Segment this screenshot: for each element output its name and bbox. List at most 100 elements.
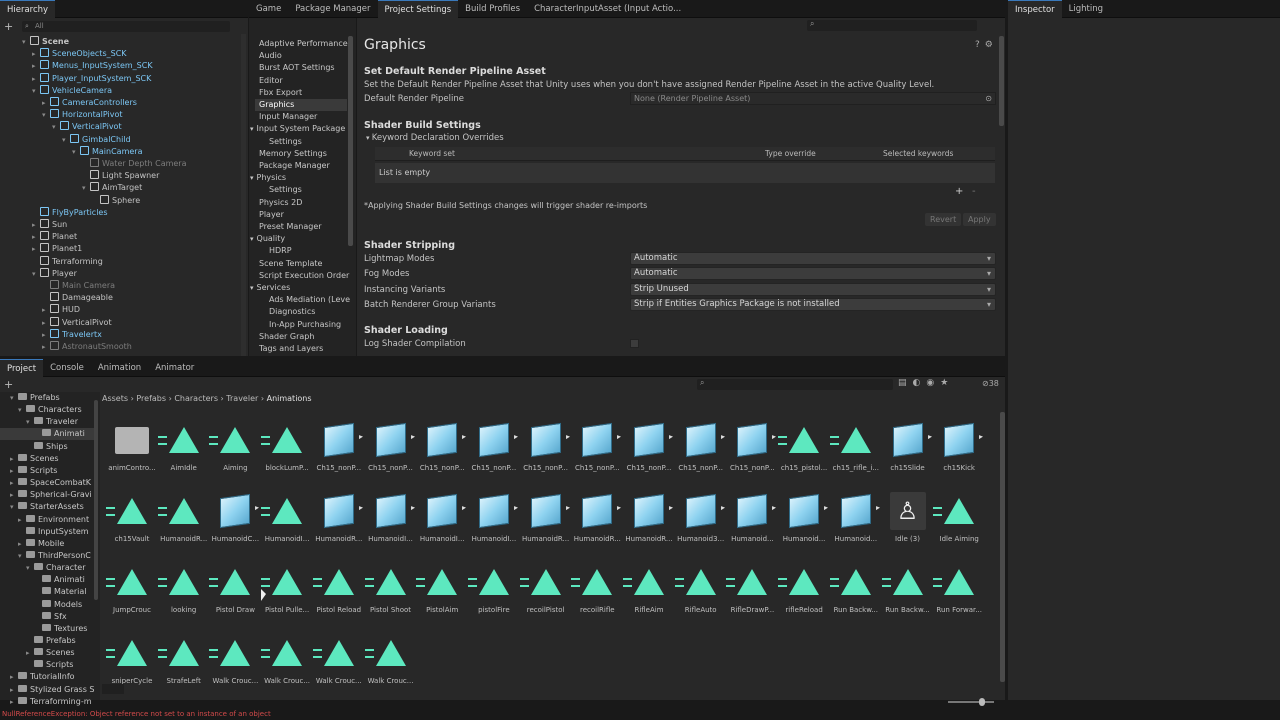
tab-animator[interactable]: Animator bbox=[148, 359, 201, 377]
settings-nav-item[interactable]: Scene Template bbox=[259, 258, 322, 270]
project-folder-item[interactable]: ▾ StarterAssets bbox=[10, 501, 84, 513]
asset-item[interactable]: RifleDrawP... bbox=[726, 562, 778, 624]
asset-item[interactable]: animContro... bbox=[106, 420, 158, 482]
project-folder-item[interactable]: ▾ Prefabs bbox=[10, 392, 60, 404]
foldout-arrow-icon[interactable]: ▾ bbox=[250, 235, 254, 243]
project-folder-item[interactable]: ▸ Scripts bbox=[10, 465, 57, 477]
hierarchy-item[interactable]: ▾ VerticalPivot bbox=[52, 121, 122, 133]
asset-item[interactable]: looking bbox=[157, 562, 210, 624]
hierarchy-item[interactable]: Damageable bbox=[42, 292, 113, 304]
hierarchy-item[interactable]: ▸ Menus_InputSystem_SCK bbox=[32, 60, 153, 72]
foldout-arrow-icon[interactable]: ▾ bbox=[82, 182, 90, 194]
foldout-arrow-icon[interactable]: ▾ bbox=[250, 125, 254, 133]
expand-arrow-icon[interactable]: ▸ bbox=[566, 432, 570, 442]
expand-arrow-icon[interactable]: ▸ bbox=[514, 503, 518, 513]
asset-item[interactable]: ▸ ch15Slide bbox=[882, 420, 934, 482]
asset-item[interactable]: ▸ Ch15_nonP... bbox=[520, 420, 572, 482]
settings-nav-item[interactable]: Burst AOT Settings bbox=[259, 62, 335, 74]
hierarchy-item[interactable]: ▸ Planet1 bbox=[32, 243, 82, 255]
expand-arrow-icon[interactable]: ▸ bbox=[721, 503, 725, 513]
hierarchy-item[interactable]: Light Spawner bbox=[82, 170, 159, 182]
asset-item[interactable]: RifleAim bbox=[623, 562, 675, 624]
tab-project-settings[interactable]: Project Settings bbox=[377, 0, 459, 18]
tab-hierarchy[interactable]: Hierarchy bbox=[0, 0, 56, 18]
asset-item[interactable]: ▸ Ch15_nonP... bbox=[365, 420, 417, 482]
project-folder-item[interactable]: ▸ Mobile bbox=[18, 538, 64, 550]
project-search-input[interactable]: ⌕ bbox=[697, 378, 893, 390]
expand-arrow-icon[interactable]: ▸ bbox=[410, 503, 414, 513]
expand-arrow-icon[interactable]: ▸ bbox=[617, 503, 621, 513]
expand-arrow-icon[interactable]: ▸ bbox=[721, 432, 725, 442]
settings-nav-item[interactable]: Physics 2D bbox=[259, 197, 302, 209]
settings-nav-item[interactable]: Shader Graph bbox=[259, 331, 314, 343]
settings-nav-item[interactable]: Audio bbox=[259, 50, 282, 62]
foldout-arrow-icon[interactable]: ▾ bbox=[52, 121, 60, 133]
hierarchy-item[interactable]: ▸ Sun bbox=[32, 219, 67, 231]
project-folder-item[interactable]: ▾ Character bbox=[26, 562, 86, 574]
settings-nav-item[interactable]: Adaptive Performance bbox=[259, 38, 348, 50]
hierarchy-item[interactable]: ▸ AstronautSmooth bbox=[42, 341, 132, 353]
project-folder-item[interactable]: Material bbox=[34, 586, 87, 598]
expand-arrow-icon[interactable]: ▸ bbox=[927, 432, 931, 442]
foldout-arrow-icon[interactable]: ▾ bbox=[72, 146, 80, 158]
project-folder-item[interactable]: Textures bbox=[34, 623, 87, 635]
asset-item[interactable]: ♙ Idle (3) bbox=[882, 491, 934, 553]
settings-nav-item[interactable]: ▾ Input System Package bbox=[250, 123, 345, 135]
foldout-arrow-icon[interactable]: ▸ bbox=[10, 465, 18, 477]
asset-item[interactable]: Walk Crouc... bbox=[261, 633, 313, 695]
asset-item[interactable]: ch15_rifle_i... bbox=[829, 420, 882, 482]
tab-build-profiles[interactable]: Build Profiles bbox=[458, 0, 527, 18]
hierarchy-item[interactable]: Terraforming bbox=[32, 255, 103, 268]
foldout-arrow-icon[interactable]: ▸ bbox=[42, 329, 50, 341]
foldout-arrow-icon[interactable]: ▸ bbox=[10, 477, 18, 489]
foldout-arrow-icon[interactable]: ▾ bbox=[250, 174, 254, 182]
foldout-arrow-icon[interactable]: ▸ bbox=[42, 317, 50, 329]
settings-nav-item[interactable]: HDRP bbox=[269, 245, 292, 257]
strip-row-dropdown[interactable]: Strip Unused bbox=[630, 282, 996, 296]
asset-item[interactable]: ▸ Ch15_nonP... bbox=[675, 420, 727, 482]
asset-item[interactable]: PistolAim bbox=[416, 562, 468, 624]
hierarchy-item[interactable]: ▸ Planet bbox=[32, 231, 77, 243]
foldout-arrow-icon[interactable]: ▾ bbox=[10, 392, 18, 404]
settings-search-input[interactable]: ⌕ bbox=[807, 19, 977, 31]
apply-button[interactable]: Apply bbox=[963, 213, 996, 226]
hierarchy-item[interactable]: FlyByParticles bbox=[32, 206, 108, 219]
asset-item[interactable]: Pistol Shoot bbox=[364, 562, 417, 624]
asset-item[interactable]: Run Backw... bbox=[829, 562, 882, 624]
settings-nav-item[interactable]: Fbx Export bbox=[259, 87, 302, 99]
project-scrollbar[interactable] bbox=[1000, 412, 1005, 682]
asset-item[interactable]: ch15Vault bbox=[106, 491, 158, 553]
project-folder-item[interactable]: ▸ Environment bbox=[18, 514, 89, 526]
asset-item[interactable]: Pistol Pulle... bbox=[261, 562, 313, 624]
foldout-arrow-icon[interactable]: ▾ bbox=[18, 404, 26, 416]
asset-item[interactable]: ▸ Humanoid... bbox=[726, 491, 778, 553]
settings-nav-item[interactable]: Settings bbox=[269, 184, 302, 196]
asset-item[interactable]: Walk Crouc... bbox=[364, 633, 417, 695]
foldout-arrow-icon[interactable]: ▸ bbox=[32, 243, 40, 255]
asset-item[interactable]: ▸ Ch15_nonP... bbox=[416, 420, 468, 482]
foldout-arrow-icon[interactable]: ▸ bbox=[32, 48, 40, 60]
foldout-arrow-icon[interactable]: ▾ bbox=[22, 36, 30, 48]
settings-nav-item[interactable]: Script Execution Order bbox=[259, 270, 349, 282]
asset-item[interactable]: ▸ ch15Kick bbox=[933, 420, 985, 482]
settings-nav-item[interactable]: Settings bbox=[269, 136, 302, 148]
hierarchy-item[interactable]: ▸ Travelertx bbox=[42, 328, 102, 341]
asset-item[interactable]: Pistol Draw bbox=[209, 562, 261, 624]
hierarchy-item[interactable]: Water Depth Camera bbox=[82, 158, 187, 170]
foldout-arrow-icon[interactable]: ▸ bbox=[32, 73, 40, 85]
create-icon[interactable]: + bbox=[4, 378, 13, 391]
expand-arrow-icon[interactable]: ▸ bbox=[514, 432, 518, 442]
hierarchy-scrollbar[interactable] bbox=[241, 34, 246, 356]
project-folder-item[interactable]: Scripts bbox=[26, 659, 73, 671]
asset-item[interactable]: ▸ HumanoidI... bbox=[416, 491, 468, 553]
asset-item[interactable]: recoilPistol bbox=[519, 562, 572, 624]
add-keyword-button[interactable]: + bbox=[955, 186, 963, 197]
expand-arrow-icon[interactable]: ▸ bbox=[824, 503, 828, 513]
asset-item[interactable]: recoilRifle bbox=[571, 562, 623, 624]
asset-item[interactable]: HumanoidR... bbox=[157, 491, 210, 553]
asset-item[interactable]: ▸ Humanoid3... bbox=[675, 491, 727, 553]
asset-item[interactable]: ▸ HumanoidC... bbox=[209, 491, 261, 553]
asset-item[interactable]: ▸ Ch15_nonP... bbox=[726, 420, 778, 482]
filter-icons[interactable]: ▤◐◉★ bbox=[898, 378, 954, 388]
expand-arrow-icon[interactable]: ▸ bbox=[772, 432, 776, 442]
